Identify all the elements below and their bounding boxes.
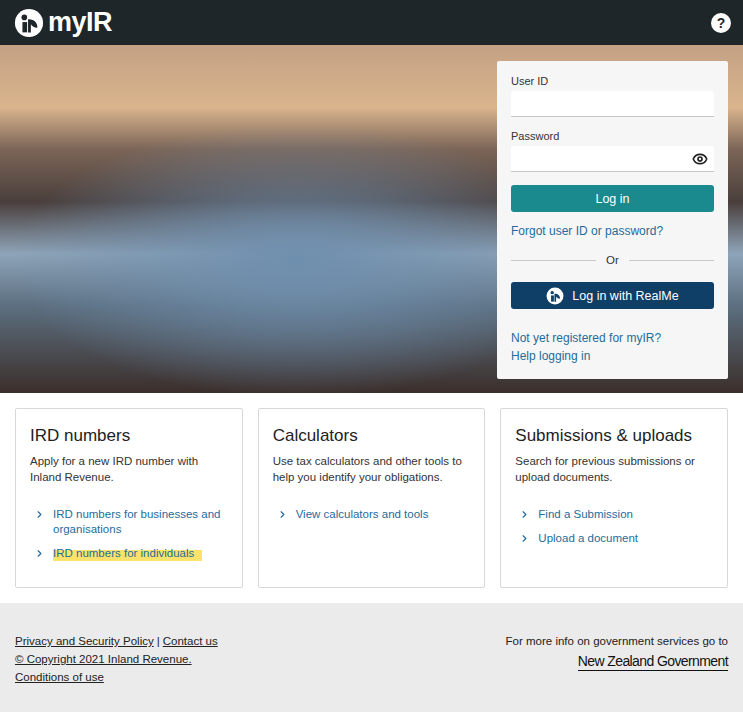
footer-link[interactable]: Contact us [163, 635, 218, 647]
card-links: Find a Submission Upload a document [515, 507, 713, 546]
realme-icon [546, 287, 564, 305]
chevron-box [519, 531, 530, 544]
eye-icon[interactable] [692, 151, 708, 167]
password-input[interactable] [511, 146, 714, 172]
login-button[interactable]: Log in [511, 185, 714, 212]
card-link[interactable]: IRD numbers for individuals [30, 546, 228, 561]
card-link-text: IRD numbers for individuals [53, 546, 202, 561]
card-link[interactable]: View calculators and tools [273, 507, 471, 522]
ird-logo-icon [14, 8, 44, 38]
card-link-text: View calculators and tools [296, 507, 429, 522]
gov-text: For more info on government services go … [506, 635, 728, 647]
realme-button[interactable]: Log in with RealMe [511, 282, 714, 309]
conditions-link[interactable]: Conditions of use [15, 671, 104, 683]
card-links: View calculators and tools [273, 507, 471, 522]
header: myIR? [0, 0, 743, 45]
card-description: Use tax calculators and other tools to h… [273, 453, 471, 485]
card-link[interactable]: IRD numbers for businesses and organisat… [30, 507, 228, 537]
copyright-link[interactable]: © Copyright 2021 Inland Revenue. [15, 653, 192, 665]
divider-line [511, 260, 596, 261]
card-description: Search for previous submissions or uploa… [515, 453, 713, 485]
register-link[interactable]: Not yet registered for myIR? [511, 331, 714, 345]
card-link[interactable]: Upload a document [515, 531, 713, 546]
footer-separator: | [157, 635, 160, 647]
show-password-button[interactable] [692, 151, 708, 167]
nz-government-logo[interactable]: New Zealand Government [578, 653, 728, 671]
divider-text: Or [606, 254, 619, 266]
chevron-box [277, 507, 288, 520]
card-link-text: Find a Submission [538, 507, 633, 522]
chevron-box [34, 507, 45, 520]
user-id-field [511, 91, 714, 117]
chevron-right-icon [519, 509, 530, 520]
footer-right: For more info on government services go … [506, 635, 728, 692]
password-label: Password [511, 130, 714, 142]
card-links: IRD numbers for businesses and organisat… [30, 507, 228, 561]
card-link-text: IRD numbers for businesses and organisat… [53, 507, 228, 537]
footer-links: Privacy and Security Policy|Contact us [15, 635, 218, 647]
card-title: Calculators [273, 426, 471, 446]
card-link[interactable]: Find a Submission [515, 507, 713, 522]
info-card: Calculators Use tax calculators and other… [258, 408, 486, 588]
hero-photo: User ID Password Log in Forgot user ID or p… [0, 45, 743, 393]
info-card: Submissions & uploads Search for previous… [500, 408, 728, 588]
chevron-box [34, 546, 45, 559]
user-id-label: User ID [511, 75, 714, 87]
logo-text: myIR [48, 7, 112, 38]
footer: Privacy and Security Policy|Contact us © … [0, 603, 743, 712]
card-description: Apply for a new IRD number with Inland R… [30, 453, 228, 485]
chevron-right-icon [519, 533, 530, 544]
chevron-right-icon [34, 509, 45, 520]
card-link-text: Upload a document [538, 531, 638, 546]
chevron-box [519, 507, 530, 520]
footer-left: Privacy and Security Policy|Contact us © … [15, 635, 218, 692]
card-title: Submissions & uploads [515, 426, 713, 446]
realme-button-text: Log in with RealMe [572, 289, 678, 303]
help-button[interactable]: ? [711, 13, 731, 33]
login-panel: User ID Password Log in Forgot user ID or p… [497, 61, 728, 379]
or-divider: Or [511, 254, 714, 266]
chevron-right-icon [34, 548, 45, 559]
help-logging-in-link[interactable]: Help logging in [511, 349, 714, 363]
info-card: IRD numbers Apply for a new IRD number wi… [15, 408, 243, 588]
card-title: IRD numbers [30, 426, 228, 446]
footer-link[interactable]: Privacy and Security Policy [15, 635, 154, 647]
cards-row: IRD numbers Apply for a new IRD number wi… [0, 393, 743, 603]
logo[interactable]: myIR [14, 7, 112, 38]
password-field [511, 146, 714, 172]
chevron-right-icon [277, 509, 288, 520]
page: myIR? User ID Password Log in Forgot user ID… [0, 0, 743, 712]
divider-line [629, 260, 714, 261]
forgot-link[interactable]: Forgot user ID or password? [511, 224, 714, 238]
user-id-input[interactable] [511, 91, 714, 117]
